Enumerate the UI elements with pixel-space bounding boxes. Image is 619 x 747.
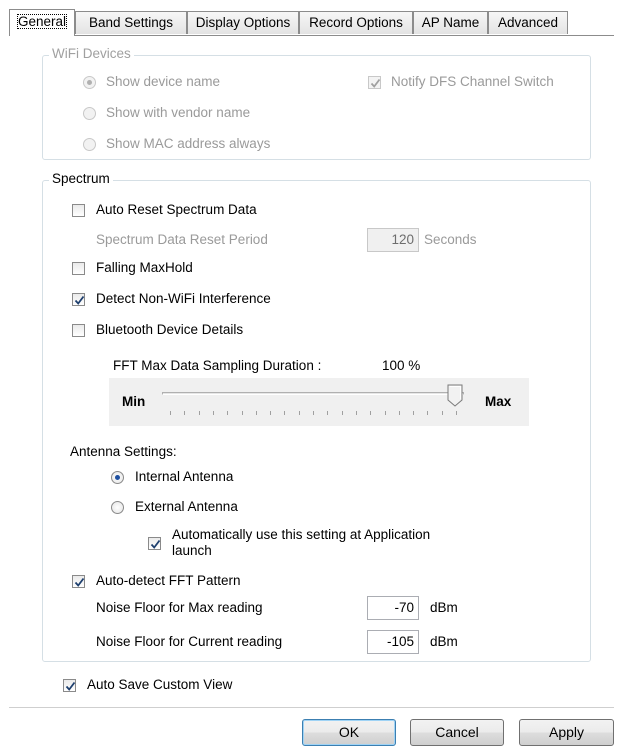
checkmark-icon — [150, 539, 161, 549]
tab-advanced[interactable]: Advanced — [488, 11, 568, 34]
falling-maxhold-checkbox[interactable] — [72, 262, 85, 275]
fft-duration-value: 100 % — [382, 358, 421, 373]
button-separator — [9, 707, 614, 708]
checkmark-icon — [65, 681, 76, 691]
slider-tick — [313, 411, 314, 415]
slider-tick — [355, 411, 357, 415]
noise-current-field[interactable]: -105 — [367, 630, 419, 654]
auto-save-label: Auto Save Custom View — [87, 677, 233, 692]
slider-tick — [384, 411, 386, 415]
radio-show-device-name[interactable] — [83, 76, 96, 89]
fft-slider-area — [109, 378, 529, 426]
slider-tick — [327, 411, 329, 415]
slider-tick — [341, 411, 343, 415]
slider-tick — [241, 411, 243, 415]
wifi-devices-legend: WiFi Devices — [49, 46, 134, 61]
tab-general[interactable]: General — [9, 9, 75, 36]
slider-tick — [284, 411, 286, 415]
show-vendor-name-label: Show with vendor name — [106, 105, 251, 120]
slider-min-label: Min — [122, 394, 146, 409]
antenna-heading: Antenna Settings: — [70, 444, 177, 459]
auto-use-setting-label-line1: Automatically use this setting at Applic… — [172, 527, 431, 542]
falling-maxhold-label: Falling MaxHold — [96, 260, 193, 275]
noise-max-unit: dBm — [430, 600, 458, 615]
slider-tick — [370, 411, 372, 415]
noise-current-unit: dBm — [430, 634, 458, 649]
auto-use-setting-label-line2: launch — [172, 543, 212, 558]
detect-nonwifi-checkbox[interactable] — [72, 293, 85, 306]
bluetooth-details-checkbox[interactable] — [72, 324, 85, 337]
auto-use-setting-checkbox[interactable] — [148, 537, 161, 550]
tab-panel-border — [9, 35, 614, 36]
noise-max-label: Noise Floor for Max reading — [96, 600, 263, 615]
slider-tick — [398, 411, 400, 415]
slider-tick — [184, 411, 186, 415]
show-mac-label: Show MAC address always — [106, 136, 271, 151]
slider-tick — [227, 411, 229, 415]
detect-nonwifi-label: Detect Non-WiFi Interference — [96, 291, 271, 306]
checkmark-icon — [74, 295, 85, 305]
reset-period-label: Spectrum Data Reset Period — [96, 232, 268, 247]
radio-external-antenna[interactable] — [111, 501, 124, 514]
auto-reset-label: Auto Reset Spectrum Data — [96, 202, 257, 217]
tab-display-options[interactable]: Display Options — [187, 11, 299, 34]
auto-reset-checkbox[interactable] — [72, 204, 85, 217]
tab-band-settings[interactable]: Band Settings — [75, 11, 187, 34]
radio-show-vendor-name[interactable] — [83, 107, 96, 120]
slider-tick — [212, 411, 214, 415]
internal-antenna-label: Internal Antenna — [135, 469, 234, 484]
notify-dfs-label: Notify DFS Channel Switch — [391, 74, 554, 89]
radio-show-mac[interactable] — [83, 138, 96, 151]
cancel-button[interactable]: Cancel — [410, 719, 504, 746]
slider-tick — [413, 411, 415, 415]
tab-ap-name[interactable]: AP Name — [413, 11, 488, 34]
reset-period-field[interactable]: 120 — [367, 228, 419, 252]
external-antenna-label: External Antenna — [135, 499, 238, 514]
fft-slider-track[interactable] — [162, 392, 464, 395]
ok-button[interactable]: OK — [302, 719, 396, 746]
noise-max-field[interactable]: -70 — [367, 596, 419, 620]
radio-dot-icon — [115, 475, 120, 480]
radio-dot-icon — [87, 80, 92, 85]
noise-current-label: Noise Floor for Current reading — [96, 634, 283, 649]
show-device-name-label: Show device name — [106, 74, 221, 89]
slider-max-label: Max — [485, 394, 512, 409]
slider-tick — [198, 411, 200, 415]
auto-detect-fft-label: Auto-detect FFT Pattern — [96, 573, 241, 588]
apply-button[interactable]: Apply — [519, 719, 614, 746]
tab-record-options[interactable]: Record Options — [299, 11, 413, 34]
slider-tick — [270, 411, 272, 415]
slider-tick — [255, 411, 257, 415]
auto-save-checkbox[interactable] — [63, 679, 76, 692]
slider-thumb-icon[interactable] — [447, 384, 464, 411]
notify-dfs-checkbox[interactable] — [368, 76, 381, 89]
checkmark-icon — [370, 78, 381, 88]
slider-tick — [170, 411, 171, 415]
fft-duration-label: FFT Max Data Sampling Duration : — [113, 358, 322, 373]
radio-internal-antenna[interactable] — [111, 471, 124, 484]
reset-period-unit: Seconds — [424, 232, 477, 247]
slider-tick — [427, 411, 429, 415]
spectrum-legend: Spectrum — [49, 171, 113, 186]
slider-tick — [298, 411, 300, 415]
checkmark-icon — [74, 577, 85, 587]
bluetooth-details-label: Bluetooth Device Details — [96, 322, 244, 337]
slider-tick — [441, 411, 443, 415]
auto-detect-fft-checkbox[interactable] — [72, 575, 85, 588]
slider-tick — [456, 411, 457, 415]
